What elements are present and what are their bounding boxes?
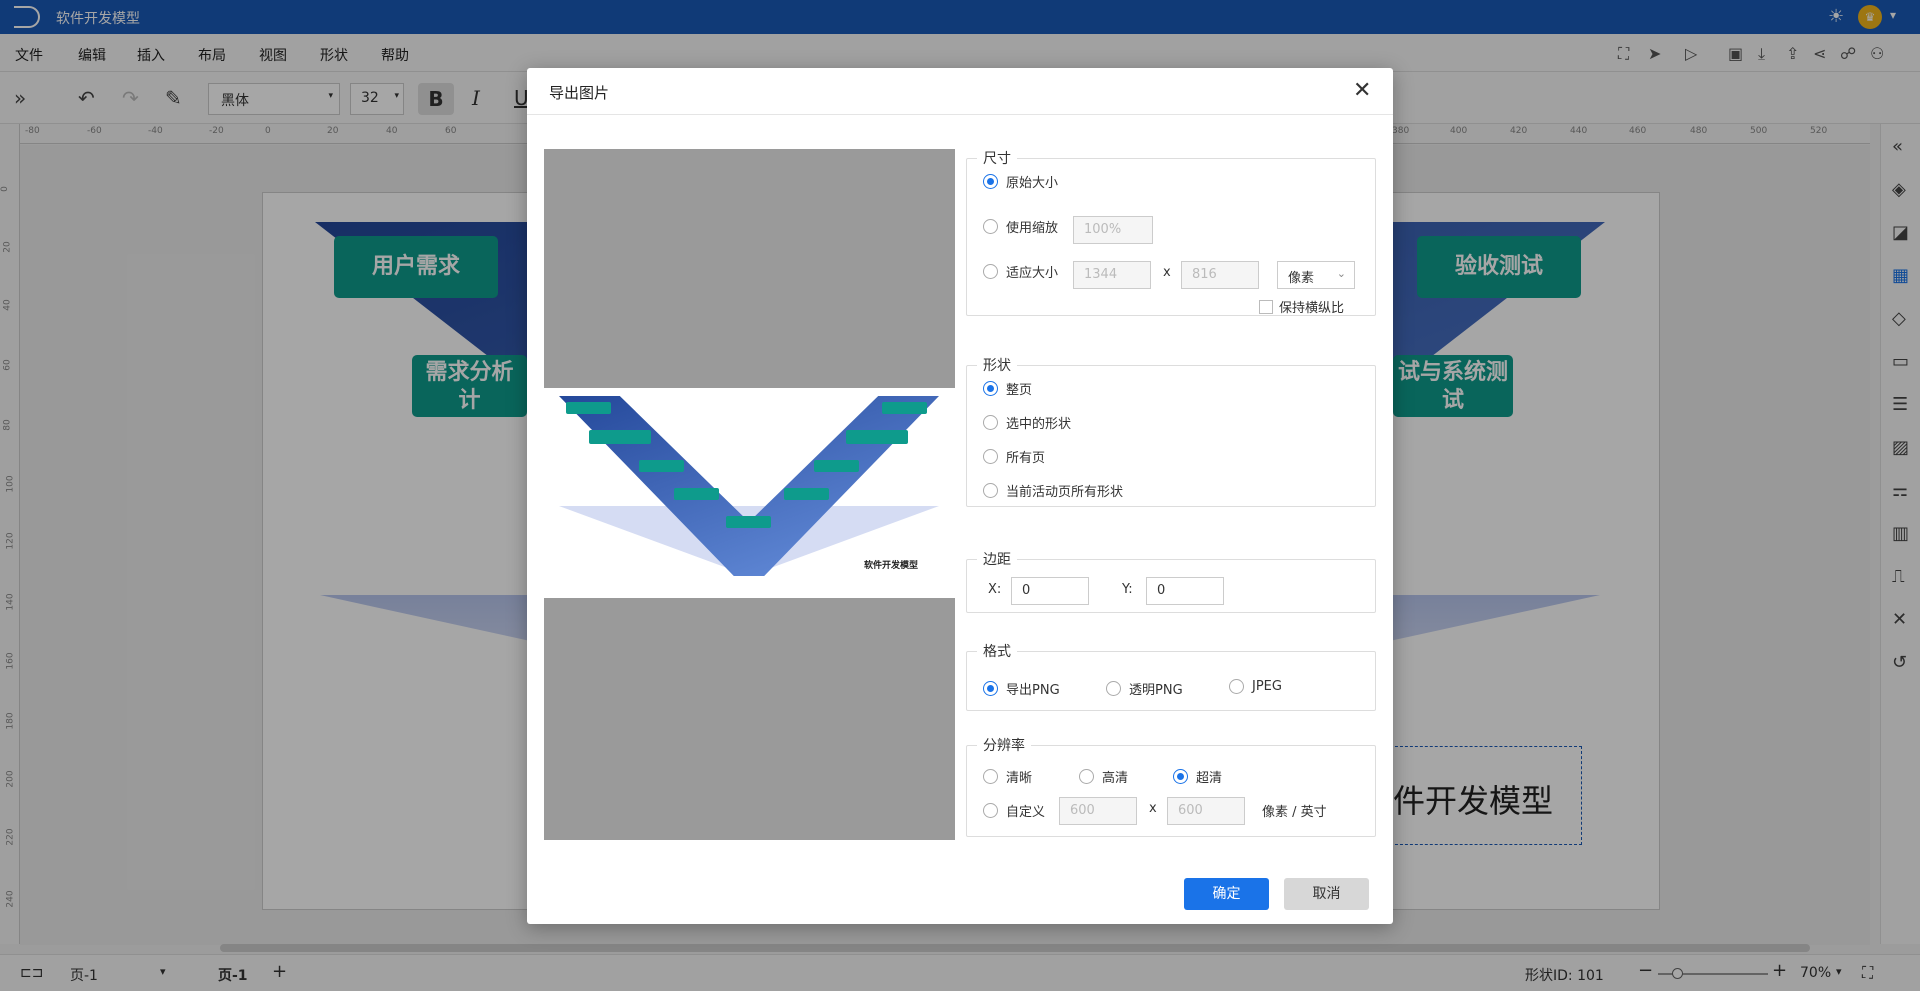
divider	[527, 114, 1393, 115]
confirm-button[interactable]: 确定	[1184, 878, 1269, 910]
radio-label: 使用缩放	[1006, 221, 1059, 236]
radio-clear[interactable]: 清晰	[983, 767, 1032, 786]
radio-label: 清晰	[1006, 771, 1033, 786]
radio-all-pages[interactable]: 所有页	[983, 447, 1045, 466]
radio-ultra-hd[interactable]: 超清	[1173, 767, 1222, 786]
preview-box	[726, 516, 771, 528]
checkbox-label: 保持横纵比	[1279, 301, 1345, 316]
radio-icon[interactable]	[983, 769, 998, 784]
radio-icon[interactable]	[983, 415, 998, 430]
radio-label: 自定义	[1006, 805, 1046, 820]
format-legend: 格式	[983, 644, 1011, 660]
radio-label: 超清	[1196, 771, 1223, 786]
width-input[interactable]: 1344	[1073, 261, 1151, 289]
radio-label: 导出PNG	[1006, 683, 1060, 698]
preview-box	[566, 402, 611, 414]
radio-jpeg[interactable]: JPEG	[1229, 679, 1282, 694]
radio-icon[interactable]	[983, 803, 998, 818]
radio-icon[interactable]	[983, 449, 998, 464]
res-unit-label: 像素 / 英寸	[1262, 805, 1327, 820]
preview-box	[674, 488, 719, 500]
radio-label: 适应大小	[1006, 266, 1059, 281]
preview-image: 软件开发模型	[544, 388, 955, 598]
radio-active-page-shapes[interactable]: 当前活动页所有形状	[983, 481, 1123, 500]
scale-input[interactable]: 100%	[1073, 216, 1153, 244]
preview-box	[882, 402, 927, 414]
radio-icon[interactable]	[983, 219, 998, 234]
radio-label: 所有页	[1006, 451, 1046, 466]
radio-original-size[interactable]: 原始大小	[983, 172, 1058, 191]
margin-x-input[interactable]: 0	[1011, 577, 1089, 605]
dialog-title: 导出图片	[549, 84, 610, 102]
preview-box	[639, 460, 684, 472]
unit-select[interactable]: 像素 ⌄	[1277, 261, 1355, 289]
preview-title: 软件开发模型	[864, 561, 919, 571]
export-preview: 软件开发模型	[544, 149, 955, 840]
preview-box	[814, 460, 859, 472]
radio-label: 当前活动页所有形状	[1006, 485, 1124, 500]
radio-selected-shapes[interactable]: 选中的形状	[983, 413, 1071, 432]
preview-box	[589, 430, 651, 444]
close-icon[interactable]: ✕	[1353, 78, 1371, 103]
radio-icon[interactable]	[983, 381, 998, 396]
radio-label: 透明PNG	[1129, 683, 1183, 698]
custom-width-input[interactable]: 600	[1059, 797, 1137, 825]
size-x-label: x	[1163, 265, 1171, 280]
radio-icon[interactable]	[1079, 769, 1094, 784]
radio-icon[interactable]	[983, 681, 998, 696]
preview-v-shape	[559, 396, 939, 576]
radio-icon[interactable]	[983, 483, 998, 498]
format-section: 格式	[966, 641, 1376, 711]
radio-label: JPEG	[1252, 679, 1282, 694]
radio-custom[interactable]: 自定义	[983, 801, 1045, 820]
radio-fit-size[interactable]: 适应大小	[983, 262, 1058, 281]
radio-icon[interactable]	[1229, 679, 1244, 694]
radio-transparent-png[interactable]: 透明PNG	[1106, 679, 1183, 698]
preview-box	[846, 430, 908, 444]
shape-legend: 形状	[983, 358, 1011, 374]
size-legend: 尺寸	[983, 151, 1011, 167]
radio-label: 高清	[1102, 771, 1129, 786]
margin-legend: 边距	[983, 552, 1011, 568]
radio-hd[interactable]: 高清	[1079, 767, 1128, 786]
radio-use-scale[interactable]: 使用缩放	[983, 217, 1058, 236]
res-x-label: x	[1149, 801, 1157, 816]
radio-label: 原始大小	[1006, 176, 1059, 191]
export-image-dialog: 导出图片 ✕ 软件开发模型 尺寸 原始大小 使用缩放 100% 适应大小 134…	[527, 68, 1393, 924]
radio-whole-page[interactable]: 整页	[983, 379, 1032, 398]
cancel-button[interactable]: 取消	[1284, 878, 1369, 910]
keep-ratio-checkbox[interactable]: 保持横纵比	[1259, 297, 1344, 316]
height-input[interactable]: 816	[1181, 261, 1259, 289]
checkbox-icon[interactable]	[1259, 299, 1273, 314]
margin-x-label: X:	[988, 582, 1002, 597]
preview-box	[784, 488, 829, 500]
resolution-legend: 分辨率	[983, 738, 1025, 754]
margin-y-label: Y:	[1122, 582, 1133, 597]
radio-icon[interactable]	[1106, 681, 1121, 696]
radio-icon[interactable]	[983, 174, 998, 189]
radio-export-png[interactable]: 导出PNG	[983, 679, 1060, 698]
custom-height-input[interactable]: 600	[1167, 797, 1245, 825]
radio-label: 选中的形状	[1006, 417, 1072, 432]
radio-label: 整页	[1006, 383, 1033, 398]
radio-icon[interactable]	[1173, 769, 1188, 784]
margin-y-input[interactable]: 0	[1146, 577, 1224, 605]
radio-icon[interactable]	[983, 264, 998, 279]
